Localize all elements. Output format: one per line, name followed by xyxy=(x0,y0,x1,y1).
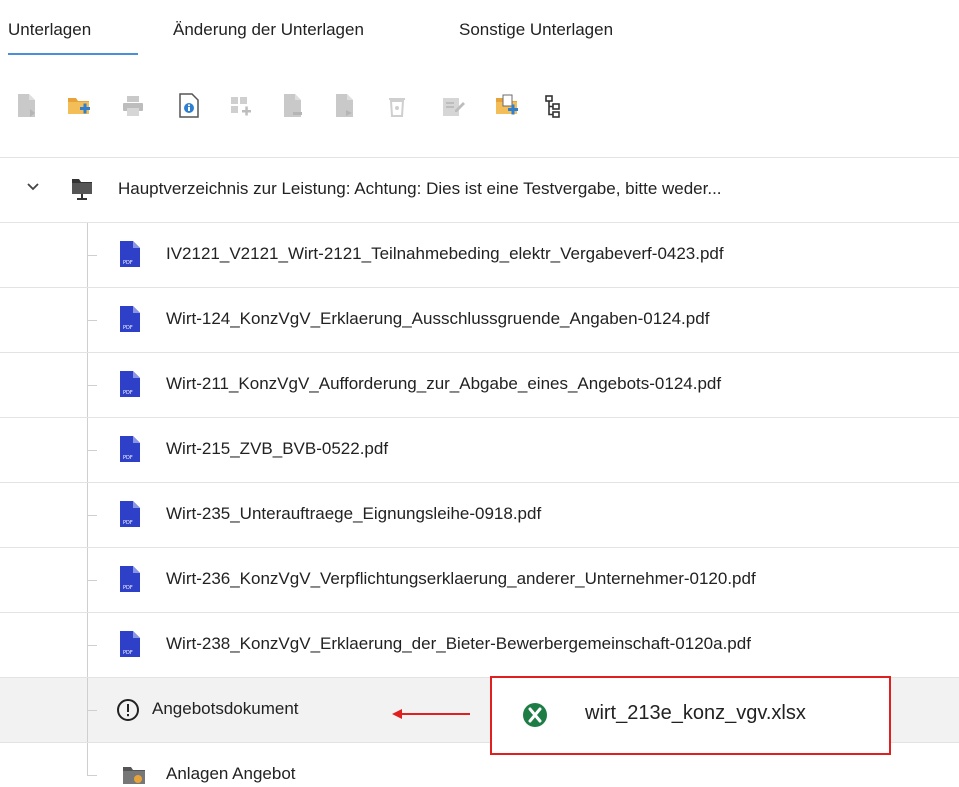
add-folder-icon[interactable] xyxy=(66,92,92,120)
pdf-icon: PDF xyxy=(120,306,140,332)
tree-file-row[interactable]: PDF Wirt-236_KonzVgV_Verpflichtungserkla… xyxy=(0,548,959,612)
svg-text:PDF: PDF xyxy=(123,260,133,266)
tree-connector xyxy=(87,710,97,711)
pdf-icon: PDF xyxy=(120,436,140,462)
file-name-label: Wirt-211_KonzVgV_Aufforderung_zur_Abgabe… xyxy=(166,374,722,393)
pdf-icon: PDF xyxy=(120,501,140,527)
pdf-icon: PDF xyxy=(120,241,140,267)
chevron-down-icon[interactable] xyxy=(26,180,40,194)
svg-text:PDF: PDF xyxy=(123,585,133,591)
tree-connector xyxy=(87,743,88,775)
tree-root-row[interactable]: Hauptverzeichnis zur Leistung: Achtung: … xyxy=(0,158,959,222)
excel-file-name: wirt_213e_konz_vgv.xlsx xyxy=(585,702,806,724)
pdf-icon: PDF xyxy=(120,566,140,592)
file-move-icon[interactable] xyxy=(332,92,358,120)
excel-file-callout[interactable]: wirt_213e_konz_vgv.xlsx xyxy=(490,676,891,755)
file-upload-icon[interactable] xyxy=(14,92,40,120)
delete-icon[interactable] xyxy=(384,92,410,120)
anlagen-label: Anlagen Angebot xyxy=(166,764,296,783)
svg-text:PDF: PDF xyxy=(123,520,133,526)
tree-file-row[interactable]: PDF Wirt-235_Unterauftraege_Eignungsleih… xyxy=(0,483,959,547)
warning-icon xyxy=(117,699,139,721)
svg-text:PDF: PDF xyxy=(123,455,133,461)
folder-upload-icon[interactable] xyxy=(494,92,520,120)
grid-add-icon[interactable] xyxy=(228,92,254,120)
tree-connector xyxy=(87,580,97,581)
svg-text:PDF: PDF xyxy=(123,325,133,331)
pdf-icon: PDF xyxy=(120,371,140,397)
print-icon[interactable] xyxy=(120,92,146,120)
tab-sonstige-unterlagen[interactable]: Sonstige Unterlagen xyxy=(459,20,613,40)
svg-text:PDF: PDF xyxy=(123,650,133,656)
file-name-label: IV2121_V2121_Wirt-2121_Teilnahmebeding_e… xyxy=(166,244,724,263)
toolbar xyxy=(0,88,640,128)
tree-connector xyxy=(87,385,97,386)
tree-root-label: Hauptverzeichnis zur Leistung: Achtung: … xyxy=(118,179,722,198)
edit-icon[interactable] xyxy=(440,92,466,120)
tree-connector xyxy=(87,775,97,776)
tree-file-row[interactable]: PDF Wirt-238_KonzVgV_Erklaerung_der_Biet… xyxy=(0,613,959,677)
tab-bar: Unterlagen Änderung der Unterlagen Sonst… xyxy=(0,0,959,60)
excel-icon xyxy=(523,703,547,727)
info-icon[interactable] xyxy=(176,92,202,120)
file-name-label: Wirt-238_KonzVgV_Erklaerung_der_Bieter-B… xyxy=(166,634,751,653)
file-name-label: Wirt-215_ZVB_BVB-0522.pdf xyxy=(166,439,389,458)
tree-connector xyxy=(87,255,97,256)
pdf-icon: PDF xyxy=(120,631,140,657)
tree-file-row[interactable]: PDF Wirt-124_KonzVgV_Erklaerung_Ausschlu… xyxy=(0,288,959,352)
svg-text:PDF: PDF xyxy=(123,390,133,396)
tree-structure-icon[interactable] xyxy=(540,92,566,120)
angebot-label: Angebotsdokument xyxy=(152,699,299,718)
arrow-left-icon xyxy=(392,709,470,719)
tree-connector xyxy=(87,645,97,646)
file-remove-icon[interactable] xyxy=(280,92,306,120)
folder-attachment-icon xyxy=(123,767,145,784)
tree-file-row[interactable]: PDF IV2121_V2121_Wirt-2121_Teilnahmebedi… xyxy=(0,223,959,287)
tree-file-row[interactable]: PDF Wirt-215_ZVB_BVB-0522.pdf xyxy=(0,418,959,482)
file-name-label: Wirt-235_Unterauftraege_Eignungsleihe-09… xyxy=(166,504,542,523)
tree-connector xyxy=(87,515,97,516)
tree-file-row[interactable]: PDF Wirt-211_KonzVgV_Aufforderung_zur_Ab… xyxy=(0,353,959,417)
active-tab-indicator xyxy=(8,53,138,55)
folder-monitor-icon xyxy=(72,179,92,200)
tab-aenderung-der-unterlagen[interactable]: Änderung der Unterlagen xyxy=(173,20,364,40)
tree-connector xyxy=(87,450,97,451)
file-name-label: Wirt-124_KonzVgV_Erklaerung_Ausschlussgr… xyxy=(166,309,710,328)
file-name-label: Wirt-236_KonzVgV_Verpflichtungserklaerun… xyxy=(166,569,756,588)
tree-connector xyxy=(87,320,97,321)
tab-unterlagen[interactable]: Unterlagen xyxy=(8,20,91,40)
